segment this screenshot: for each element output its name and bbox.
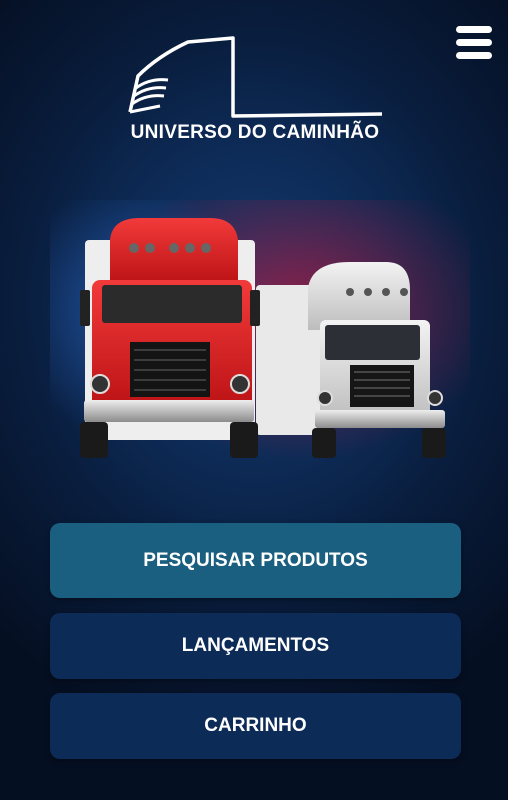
brand-logo: UNIVERSO DO CAMINHÃO bbox=[120, 34, 390, 146]
menu-bar bbox=[456, 52, 492, 59]
cart-button[interactable]: CARRINHO bbox=[50, 693, 461, 759]
brand-name: UNIVERSO DO CAMINHÃO bbox=[130, 122, 380, 143]
launches-button[interactable]: LANÇAMENTOS bbox=[50, 613, 461, 679]
truck-logo-icon bbox=[128, 36, 383, 118]
red-truck bbox=[80, 218, 260, 458]
search-products-button[interactable]: PESQUISAR PRODUTOS bbox=[50, 523, 461, 598]
hamburger-menu-icon[interactable] bbox=[452, 24, 496, 64]
menu-bar bbox=[456, 39, 492, 46]
trucks-hero-image bbox=[50, 200, 470, 460]
menu-bar bbox=[456, 26, 492, 33]
